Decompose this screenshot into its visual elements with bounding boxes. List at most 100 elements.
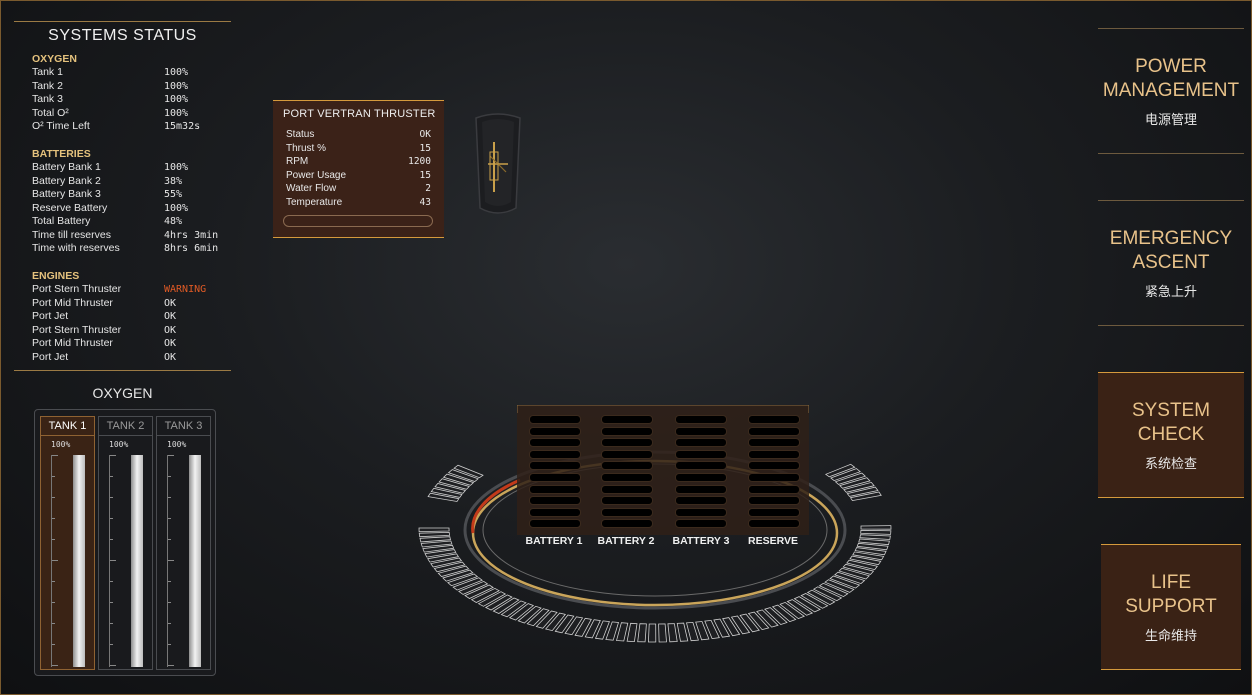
battery-cell: [601, 519, 653, 529]
ring-segment: [860, 525, 892, 530]
status-label: Port Jet: [32, 350, 69, 363]
status-label: Reserve Battery: [32, 201, 108, 214]
battery-cell: [529, 484, 581, 494]
oxygen-panel-title: OXYGEN: [92, 385, 153, 401]
battery-1-cells[interactable]: [519, 411, 590, 541]
thruster-label: Power Usage: [286, 169, 347, 181]
thruster-value: 43: [419, 196, 431, 208]
menu-label-cn: 紧急上升: [1144, 285, 1197, 300]
battery-3-cells[interactable]: [665, 411, 736, 541]
tank-scale: [109, 455, 130, 667]
menu-label: CHECK: [1137, 424, 1205, 445]
status-value: 100%: [164, 67, 189, 78]
battery-cell: [748, 519, 800, 529]
tank-3[interactable]: TANK 3 100%: [156, 416, 211, 670]
battery-cell: [601, 449, 653, 459]
menu-label-cn: 系统检查: [1144, 457, 1197, 472]
status-value: 8hrs 6min: [164, 243, 219, 254]
ring-segment: [615, 622, 629, 642]
power-management-button[interactable]: POWER MANAGEMENT 电源管理: [1098, 28, 1244, 154]
status-row: Port Mid Thruster OK: [32, 337, 206, 351]
ring-segment: [676, 622, 689, 642]
tank-1[interactable]: TANK 1 100%: [40, 416, 95, 670]
tick-mark: [110, 539, 113, 540]
tick-mark: [168, 455, 174, 456]
battery-cell: [675, 473, 727, 482]
tick-mark: [168, 623, 171, 624]
battery-cell: [529, 473, 581, 482]
emergency-ascent-button[interactable]: EMERGENCY ASCENT 紧急上升: [1098, 200, 1244, 326]
life-support-button[interactable]: LIFE SUPPORT 生命维持: [1101, 544, 1241, 670]
thruster-row: Power Usage 15: [273, 169, 444, 183]
tick-mark: [52, 581, 55, 582]
thruster-label: RPM: [286, 156, 309, 167]
status-value: 100%: [164, 94, 189, 105]
status-row: O² Time Left 15m32s: [32, 120, 200, 134]
tick-mark: [110, 644, 113, 645]
thruster-row: RPM 1200: [273, 155, 444, 169]
battery-cell: [601, 507, 653, 517]
battery-cell: [675, 507, 727, 517]
tank-2[interactable]: TANK 2 100%: [98, 416, 153, 670]
status-label: Port Stern Thruster: [32, 283, 122, 295]
menu-label: ASCENT: [1132, 252, 1210, 273]
battery-cell: [748, 473, 800, 482]
menu-label: SYSTEM: [1131, 400, 1211, 421]
battery-label: BATTERY 2: [597, 535, 655, 547]
battery-label: BATTERY 1: [525, 535, 583, 547]
status-row: Port Stern Thruster WARNING: [32, 283, 206, 297]
tank-percent: 100%: [51, 440, 71, 449]
warning-value: WARNING: [164, 284, 207, 295]
status-row: Battery Bank 1 100%: [32, 161, 218, 175]
battery-cell: [748, 426, 800, 436]
tick-mark: [110, 476, 113, 477]
battery-cell: [748, 415, 800, 424]
status-row: Total Battery 48%: [32, 215, 218, 229]
battery-2-cells[interactable]: [591, 411, 662, 541]
systems-status-panel: SYSTEMS STATUS OXYGEN Tank 1 100% Tank 2 1…: [14, 21, 231, 371]
oxygen-heading: OXYGEN: [32, 53, 77, 65]
status-label: Total Battery: [32, 215, 91, 227]
status-value: OK: [164, 351, 177, 363]
tick-mark: [168, 476, 171, 477]
battery-cell: [748, 461, 800, 471]
thruster-label: Thrust %: [286, 142, 327, 154]
system-check-button[interactable]: SYSTEM CHECK 系统检查: [1098, 372, 1244, 498]
status-value: OK: [164, 311, 177, 322]
status-row: Port Jet OK: [32, 310, 206, 324]
tank-scale: [51, 455, 72, 667]
thrust-progress-bar: [283, 215, 433, 227]
tick-mark: [168, 497, 171, 498]
battery-cell: [675, 496, 727, 506]
tick-mark: [110, 518, 113, 519]
status-label: Time with reserves: [32, 242, 120, 254]
tick-mark: [110, 623, 113, 624]
status-value: OK: [164, 338, 177, 349]
menu-label: SUPPORT: [1125, 596, 1217, 617]
thruster-title: PORT VERTRAN THRUSTER: [283, 108, 436, 120]
battery-cell: [601, 438, 653, 448]
tank-label: TANK 2: [99, 417, 152, 436]
battery-label: BATTERY 3: [672, 535, 730, 547]
battery-label: RESERVE: [748, 535, 798, 547]
status-row: Total O² 100%: [32, 107, 200, 121]
menu-label: POWER: [1135, 56, 1207, 77]
tick-mark: [52, 476, 55, 477]
battery-cell: [529, 415, 581, 424]
oxygen-status-section: OXYGEN Tank 1 100% Tank 2 100% Tank 3 100% …: [32, 53, 200, 134]
battery-cell: [529, 426, 581, 436]
tick-mark: [110, 665, 116, 666]
tick-mark: [168, 602, 171, 603]
reserve-battery-cells[interactable]: [738, 411, 809, 541]
status-label: Time till reserves: [32, 228, 111, 241]
status-label: Total O²: [32, 106, 69, 119]
tick-mark: [52, 623, 55, 624]
thruster-model-icon[interactable]: [470, 112, 526, 220]
status-value: 100%: [164, 162, 189, 173]
tick-mark: [110, 602, 113, 603]
battery-cell: [675, 438, 727, 448]
thruster-info-popup: PORT VERTRAN THRUSTER Status OK Thrust % 1…: [273, 100, 444, 238]
status-row: Tank 1 100%: [32, 66, 200, 80]
status-value: 100%: [164, 202, 189, 214]
battery-cell: [601, 473, 653, 482]
